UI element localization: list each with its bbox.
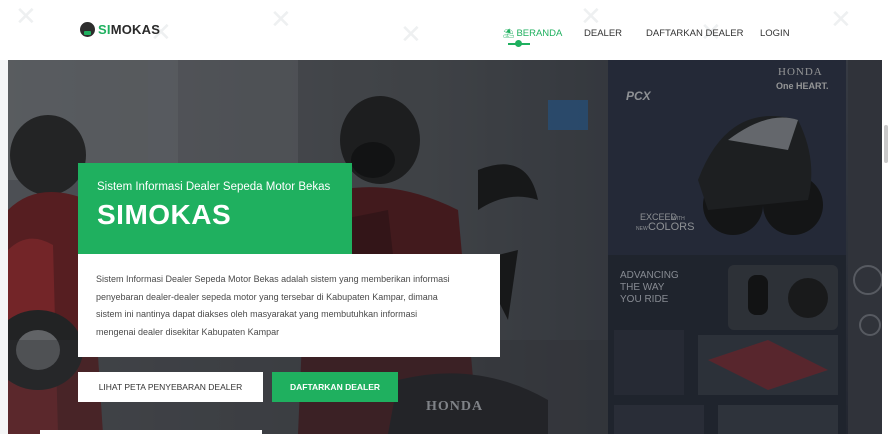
nav-item-dealer[interactable]: DEALER <box>584 28 622 39</box>
nav-label: BERANDA <box>516 28 563 39</box>
nav-item-login[interactable]: LOGIN <box>760 28 790 39</box>
home-icon: ⛱ <box>503 28 515 38</box>
nav-label: DEALER <box>584 28 623 39</box>
active-nav-dot <box>515 40 522 47</box>
view-dealer-map-button[interactable]: LIHAT PETA PENYEBARAN DEALER <box>78 372 263 402</box>
navbar: ✕ ✕ ✕ ✕ ✕ ✕ ✕ SIMOKAS ⛱ BERANDA DEALER DA… <box>0 0 889 60</box>
nav-item-daftarkan-dealer[interactable]: DAFTARKAN DEALER <box>646 28 743 39</box>
register-dealer-button[interactable]: DAFTARKAN DEALER <box>272 372 398 402</box>
hero-description-line: penyebaran dealer-dealer sepeda motor ya… <box>96 291 438 302</box>
hero-title: SIMOKAS <box>97 199 232 230</box>
nav-label: DAFTARKAN DEALER <box>646 28 744 39</box>
nav-label: LOGIN <box>760 28 790 39</box>
bottom-strip <box>40 430 262 434</box>
hero-title-box: Sistem Informasi Dealer Sepeda Motor Bek… <box>78 163 352 254</box>
hero-subtitle: Sistem Informasi Dealer Sepeda Motor Bek… <box>97 181 331 193</box>
main-nav: ⛱ BERANDA DEALER DAFTARKAN DEALER LOGIN <box>0 28 889 48</box>
hero-description-line: mengenai dealer disekitar Kabupaten Kamp… <box>96 326 280 337</box>
hero-description-line: sistem ini nantinya dapat diakses oleh m… <box>96 309 418 319</box>
hero-description-line: Sistem Informasi Dealer Sepeda Motor Bek… <box>96 274 450 284</box>
hero-description-box: Sistem Informasi Dealer Sepeda Motor Bek… <box>78 254 500 357</box>
page: HONDA One HEART. PCX EXCEED WITH NEW COL… <box>0 0 889 434</box>
scrollbar[interactable] <box>884 125 888 163</box>
page-gutter <box>882 60 889 434</box>
nav-item-beranda[interactable]: ⛱ BERANDA <box>503 28 562 39</box>
